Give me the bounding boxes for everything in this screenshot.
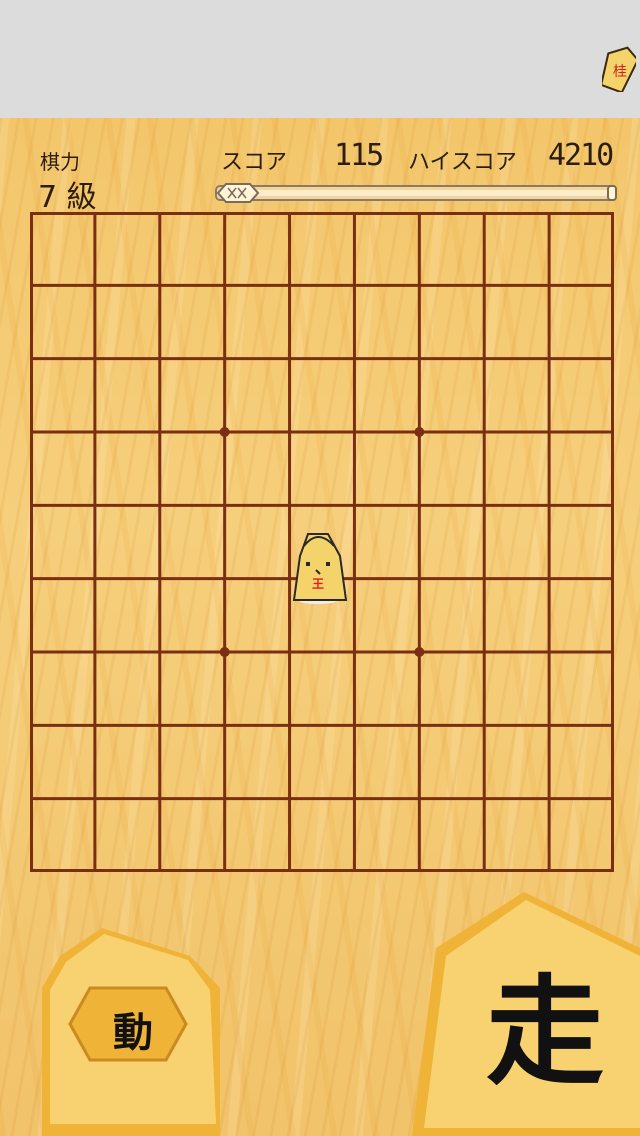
star-point	[219, 647, 230, 657]
score-value: 115	[334, 138, 384, 173]
corner-piece-label: 桂	[613, 64, 627, 80]
rank-value: 7 級	[38, 180, 97, 215]
highscore-label: ハイスコア	[408, 150, 517, 175]
star-point	[414, 427, 425, 437]
move-button-label: 動	[113, 1010, 153, 1056]
rank-label: 棋力	[40, 150, 80, 174]
progress-end-cap	[607, 185, 617, 201]
king-label: 王	[312, 577, 324, 591]
run-button[interactable]: 走	[412, 892, 640, 1136]
score-label: スコア	[221, 150, 288, 175]
progress-marker-icon	[216, 183, 260, 203]
top-bar	[0, 0, 640, 118]
star-point	[219, 427, 230, 437]
king-piece[interactable]: 王	[290, 528, 348, 608]
run-button-label: 走	[486, 963, 605, 1101]
highscore-value: 4210	[548, 138, 614, 173]
move-button[interactable]: 動	[40, 928, 222, 1136]
keima-piece-icon[interactable]: 桂	[602, 44, 636, 92]
star-point	[414, 647, 425, 657]
progress-bar	[215, 183, 617, 203]
